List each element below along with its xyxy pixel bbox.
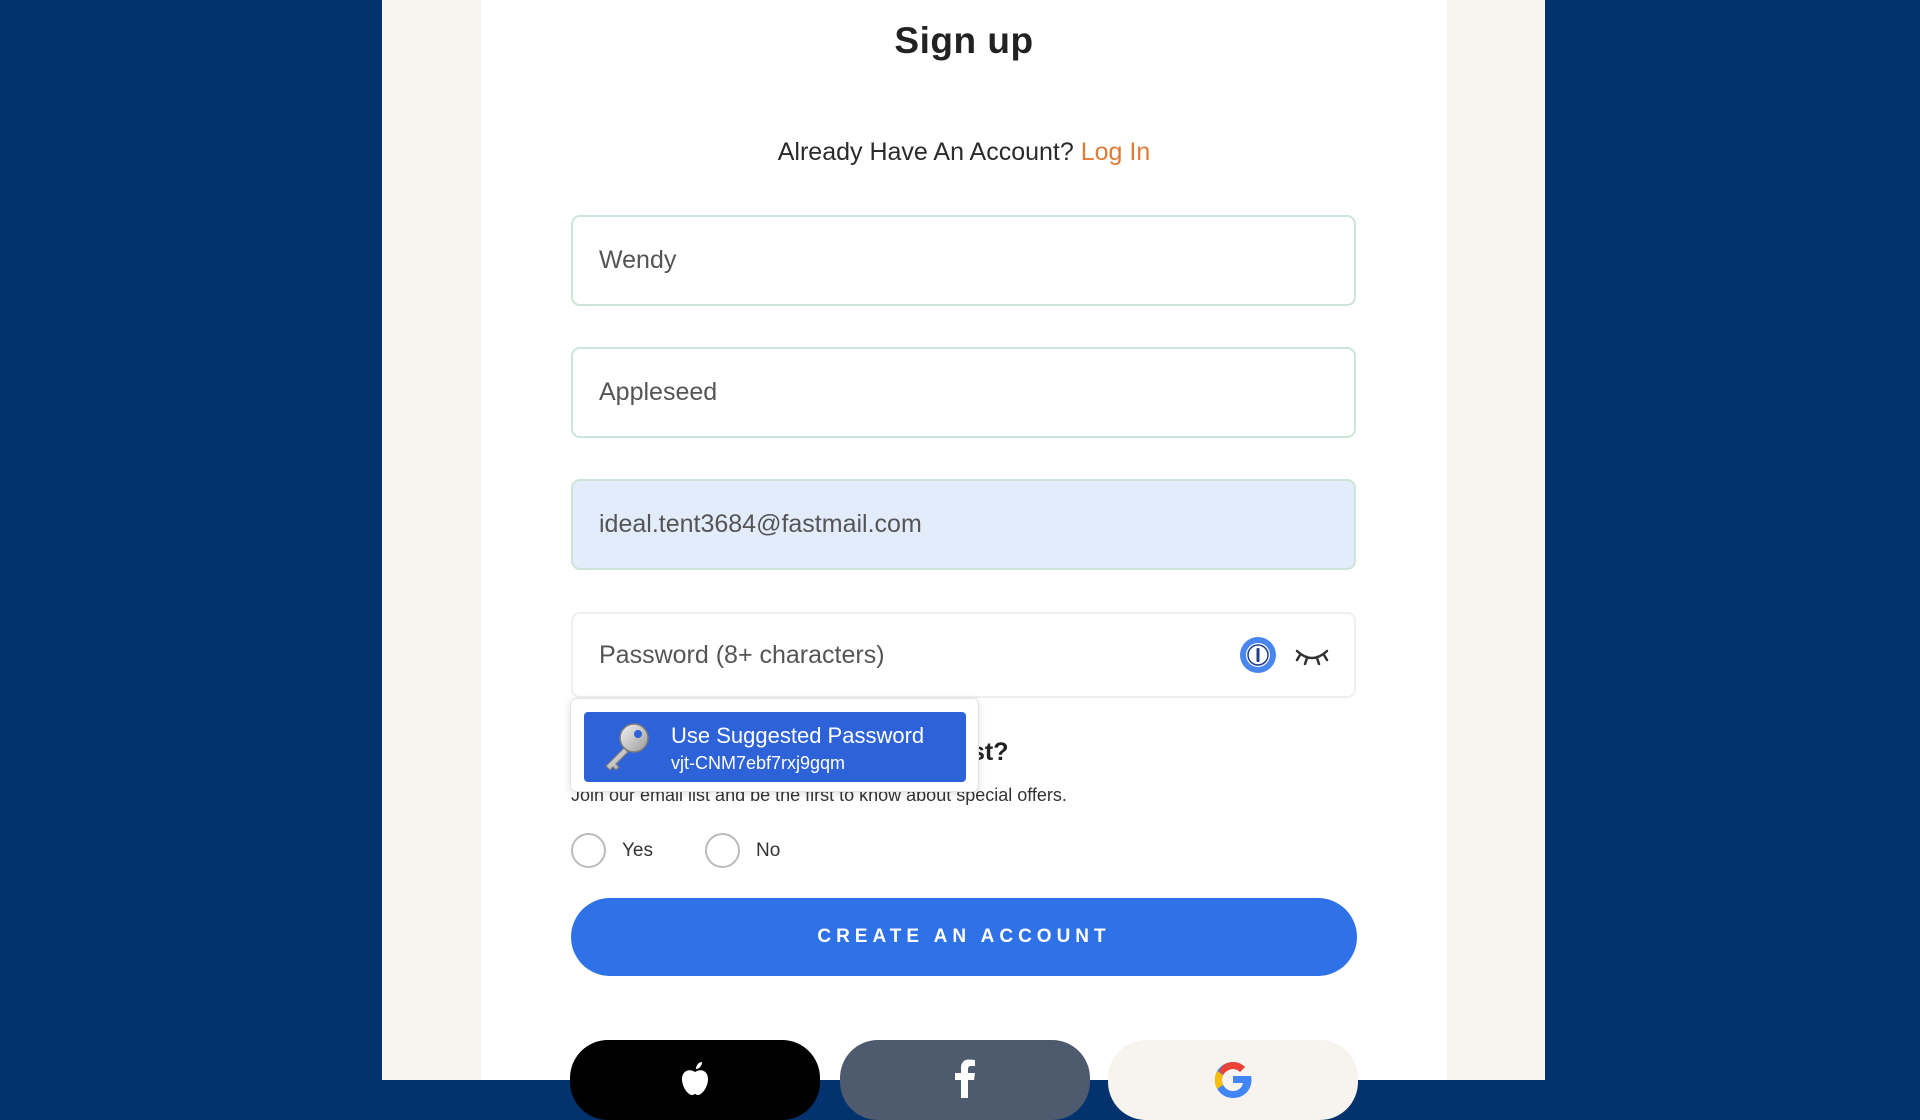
- facebook-icon: [955, 1059, 975, 1098]
- apple-signin-button[interactable]: [570, 1040, 820, 1120]
- google-signin-button[interactable]: [1108, 1040, 1358, 1120]
- radio-circle-yes[interactable]: [571, 833, 606, 868]
- onepassword-icon[interactable]: [1240, 637, 1276, 673]
- page-title: Sign up: [894, 20, 1034, 61]
- first-name-field[interactable]: Wendy: [571, 215, 1356, 306]
- google-icon: [1215, 1062, 1252, 1098]
- password-suggestion-popup: Use Suggested Password vjt-CNM7ebf7rxj9g…: [570, 698, 979, 792]
- password-field[interactable]: Password (8+ characters): [571, 612, 1356, 698]
- signup-card: Sign up Already Have An Account? Log In …: [481, 0, 1447, 1120]
- newsletter-yes-radio[interactable]: Yes: [571, 833, 653, 868]
- last-name-value: Appleseed: [599, 378, 718, 406]
- email-field[interactable]: ideal.tent3684@fastmail.com: [571, 479, 1356, 570]
- login-link[interactable]: Log In: [1081, 138, 1151, 166]
- newsletter-radio-group: Yes No: [571, 833, 832, 868]
- newsletter-no-radio[interactable]: No: [705, 833, 780, 868]
- suggested-password-title: Use Suggested Password: [671, 723, 925, 748]
- password-field-icons: [1240, 614, 1330, 696]
- apple-icon: [682, 1062, 708, 1095]
- suggested-password-value: vjt-CNM7ebf7rxj9gqm: [671, 753, 846, 773]
- login-prompt-line: Already Have An Account? Log In: [481, 138, 1447, 167]
- password-placeholder: Password (8+ characters): [599, 640, 885, 669]
- radio-label-no: No: [756, 839, 781, 861]
- last-name-field[interactable]: Appleseed: [571, 347, 1356, 438]
- first-name-value: Wendy: [599, 246, 677, 274]
- eye-closed-icon[interactable]: [1294, 643, 1330, 667]
- use-suggested-password-button[interactable]: Use Suggested Password vjt-CNM7ebf7rxj9g…: [584, 712, 966, 782]
- radio-label-yes: Yes: [622, 839, 653, 861]
- facebook-signin-button[interactable]: [840, 1040, 1090, 1120]
- radio-circle-no[interactable]: [705, 833, 740, 868]
- email-value: ideal.tent3684@fastmail.com: [599, 510, 922, 538]
- key-icon: [605, 723, 649, 771]
- login-prompt-text: Already Have An Account?: [777, 138, 1074, 166]
- create-account-button[interactable]: CREATE AN ACCOUNT: [571, 898, 1357, 976]
